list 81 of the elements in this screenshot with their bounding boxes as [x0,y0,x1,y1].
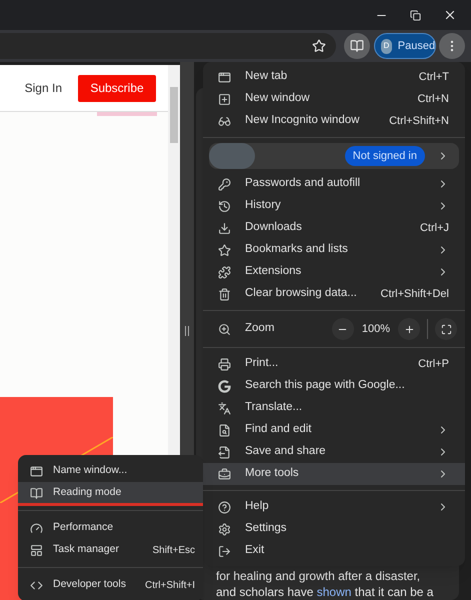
fullscreen-button[interactable] [435,318,457,340]
menu-item[interactable]: Help [203,496,465,518]
menu-item[interactable]: Performance [18,517,203,539]
profile-chip[interactable]: D Paused [374,33,436,59]
menu-item[interactable]: Search this page with Google... [203,375,465,397]
menu-item[interactable]: History [203,195,465,217]
restore-icon[interactable] [410,10,421,20]
menu-item[interactable]: More tools [203,463,465,485]
shortcut-text: Ctrl+N [418,92,449,107]
help-icon [218,500,231,514]
zoom-label: Zoom [245,321,274,336]
profile-status: Paused [398,38,436,54]
translate-icon [218,402,231,414]
article-text: and scholars have shown that it can be a [216,584,434,600]
find-icon [218,424,231,436]
close-icon[interactable] [443,8,457,22]
gauge-icon [30,522,43,534]
zoom-value: 100% [362,322,390,337]
menu-item[interactable]: Reading mode [18,482,203,504]
task-manager-icon [30,544,43,556]
menu-item[interactable]: Passwords and autofill [203,173,465,195]
history-icon [218,200,231,212]
shortcut-text: Ctrl+P [418,356,449,372]
puzzle-icon [218,266,231,278]
article-link[interactable]: shown [316,585,352,599]
menu-item[interactable]: Extensions [203,261,465,283]
shortcut-text: Ctrl+Shift+N [389,114,449,129]
resize-handle-icon[interactable] [185,326,189,336]
plus-icon [404,324,414,334]
shortcut-text: Ctrl+Shift+I [144,578,195,592]
menu-item[interactable]: Exit [203,540,465,562]
settings-icon [218,522,231,536]
book-icon [350,39,364,53]
download-icon [218,222,231,234]
code-icon [30,578,43,592]
menu-item[interactable]: New window Ctrl+N [203,88,465,110]
trash-icon [218,288,231,300]
menu-item[interactable]: Find and edit [203,419,465,441]
menu-item[interactable]: Downloads Ctrl+J [203,217,465,239]
menu-item[interactable]: Clear browsing data... Ctrl+Shift+Del [203,283,465,305]
menu-item[interactable]: Save and share [203,441,465,463]
fullscreen-icon [440,324,452,334]
key-icon [218,178,231,190]
avatar-initial: D [381,38,392,54]
menu-item[interactable]: Translate... [203,397,465,419]
book-icon [30,486,43,500]
printer-icon [218,358,231,370]
menu-item[interactable]: New Incognito window Ctrl+Shift+N [203,110,465,132]
sign-in-link[interactable]: Sign In [24,79,62,97]
incognito-icon [218,114,231,128]
exit-icon [218,544,231,558]
reading-mode-button[interactable] [344,33,370,59]
zoom-icon [218,322,231,336]
banner-strip [97,112,157,116]
shortcut-text: Ctrl+T [418,70,449,85]
shortcut-text: Ctrl+J [420,220,449,236]
menu-item[interactable]: Settings [203,518,465,540]
save-icon [218,446,231,458]
menu-item[interactable]: Task manager Shift+Esc [18,539,203,561]
profile-row[interactable]: Not signed in [209,143,459,169]
scrollbar-thumb [170,87,178,143]
menu-item[interactable]: Print... Ctrl+P [203,353,465,375]
plus-window-icon [218,92,231,106]
menu-item[interactable]: Name window... [18,460,203,482]
star-icon [218,244,231,256]
zoom-in-button[interactable] [398,318,420,340]
window-icon [30,464,43,478]
google-icon [218,380,231,392]
bookmark-star-icon[interactable] [312,39,326,53]
shortcut-text: Ctrl+Shift+Del [380,286,449,302]
not-signed-in-badge: Not signed in [344,146,425,166]
window-icon [218,70,231,84]
shortcut-text: Shift+Esc [152,544,195,558]
menu-button[interactable] [439,33,466,59]
menu-item[interactable]: New tab Ctrl+T [203,66,465,88]
toolbox-icon [218,468,231,480]
avatar-placeholder [209,143,255,169]
menu-item[interactable]: Developer tools Ctrl+Shift+I [18,574,203,596]
subscribe-button[interactable]: Subscribe [78,74,156,102]
article-text: for healing and growth after a disaster, [216,568,422,584]
menu-item[interactable]: Bookmarks and lists [203,239,465,261]
